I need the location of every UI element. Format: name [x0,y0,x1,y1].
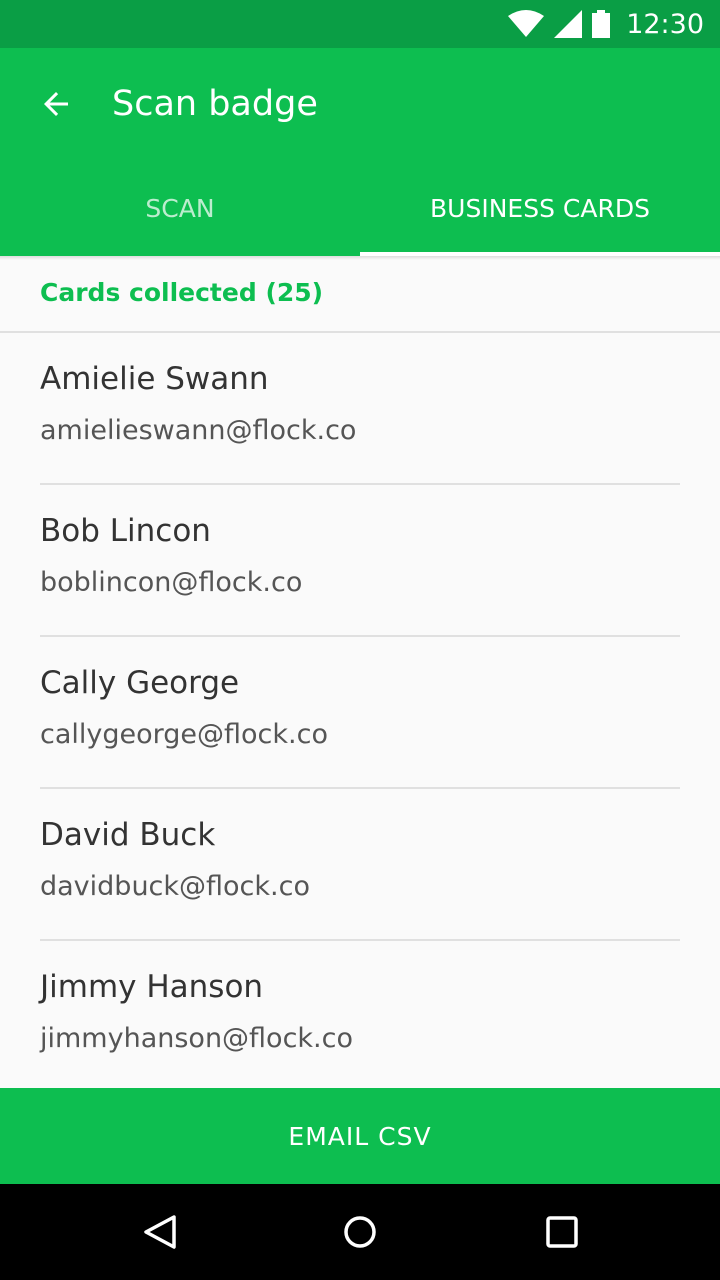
nav-recents-button[interactable] [530,1200,594,1264]
cards-count-label: Cards collected (25) [40,278,324,307]
nav-back-button[interactable] [128,1200,192,1264]
list-item[interactable]: David Buck davidbuck@flock.co [40,789,680,941]
back-triangle-icon [144,1215,176,1249]
arrow-back-icon [44,92,68,116]
contact-email: jimmyhanson@flock.co [40,1023,354,1054]
tab-bar: SCAN BUSINESS CARDS [0,160,720,256]
status-time: 12:30 [626,8,704,40]
signal-icon [554,10,583,38]
contact-name: Bob Lincon [40,513,211,549]
tab-scan[interactable]: SCAN [0,160,360,256]
battery-icon [592,10,611,38]
app-bar: Scan badge [0,48,720,160]
contact-name: Amielie Swann [40,361,269,397]
status-bar: 12:30 [0,0,720,48]
status-icons: 12:30 [508,0,704,48]
contact-email: amielieswann@flock.co [40,415,357,446]
cards-count-header: Cards collected (25) [0,256,720,333]
list-item[interactable]: Amielie Swann amielieswann@flock.co [40,333,680,485]
nav-home-button[interactable] [328,1200,392,1264]
contact-name: Cally George [40,665,240,701]
wifi-icon [508,10,545,37]
contact-email: callygeorge@flock.co [40,719,328,750]
contact-email: boblincon@flock.co [40,567,303,598]
contact-name: David Buck [40,817,216,853]
email-csv-label: EMAIL CSV [288,1121,432,1151]
list-item[interactable]: Jimmy Hanson jimmyhanson@flock.co [40,941,680,1088]
tab-scan-label: SCAN [145,193,215,223]
tab-shadow [0,256,720,260]
page-title: Scan badge [112,84,318,124]
tab-business-cards[interactable]: BUSINESS CARDS [360,160,720,256]
email-csv-button[interactable]: EMAIL CSV [0,1088,720,1184]
recents-square-icon [546,1216,578,1248]
contact-email: davidbuck@flock.co [40,871,310,902]
home-circle-icon [344,1216,376,1248]
card-list[interactable]: Amielie Swann amielieswann@flock.co Bob … [0,333,720,1088]
system-nav-bar [0,1184,720,1280]
contact-name: Jimmy Hanson [40,969,264,1005]
list-item[interactable]: Bob Lincon boblincon@flock.co [40,485,680,637]
back-button[interactable] [24,72,88,136]
tab-business-cards-label: BUSINESS CARDS [430,193,650,223]
list-item[interactable]: Cally George callygeorge@flock.co [40,637,680,789]
